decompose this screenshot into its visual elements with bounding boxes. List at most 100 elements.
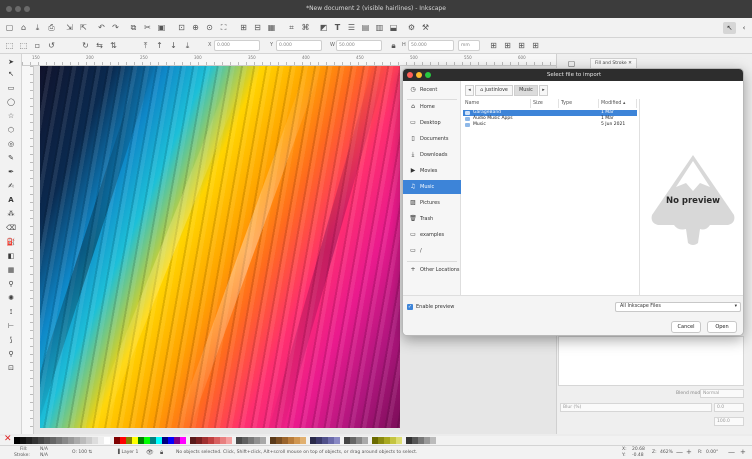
place-recent[interactable]: ◷ Recent xyxy=(403,83,461,97)
blur-value-field[interactable]: 0.0 xyxy=(714,403,744,412)
visibility-eye-icon[interactable]: 👁︎ xyxy=(146,449,154,456)
clone-icon[interactable]: ▦ xyxy=(266,22,277,33)
ungroup-icon[interactable]: ⊟ xyxy=(252,22,263,33)
duplicate-icon[interactable]: ⧉ xyxy=(128,22,139,33)
deselect-icon[interactable]: ▫ xyxy=(32,40,43,51)
eraser-tool-icon[interactable]: ⌫ xyxy=(5,222,17,234)
cut-icon[interactable]: ✂ xyxy=(142,22,153,33)
file-list[interactable]: Name Size Type Modified ▴ GarageBand 1 M… xyxy=(463,99,637,295)
text-tool-icon[interactable]: A xyxy=(5,194,17,206)
column-type[interactable]: Type xyxy=(559,99,599,108)
place-root[interactable]: ▭ / xyxy=(403,244,461,258)
spiral-tool-icon[interactable]: ◎ xyxy=(5,138,17,150)
palette-swatch[interactable] xyxy=(180,437,186,444)
pencil-tool-icon[interactable]: ✎ xyxy=(5,152,17,164)
document-properties-icon[interactable]: ⚙ xyxy=(406,22,417,33)
column-size[interactable]: Size xyxy=(531,99,559,108)
xml-editor-icon[interactable]: ▤ xyxy=(360,22,371,33)
pages-tool-icon[interactable]: ⊡ xyxy=(5,362,17,374)
spray-tool-icon[interactable]: ⁂ xyxy=(5,208,17,220)
path-forward-icon[interactable]: ▸ xyxy=(539,85,548,96)
node-tool-icon[interactable]: ↖ xyxy=(5,68,17,80)
lower-bottom-icon[interactable]: ⤓ xyxy=(182,40,193,51)
open-button[interactable]: Open xyxy=(707,321,737,333)
move-gradients-icon[interactable]: ⊞ xyxy=(516,40,527,51)
place-downloads[interactable]: ⤓ Downloads xyxy=(403,148,461,162)
objects-icon[interactable]: ⬓ xyxy=(388,22,399,33)
group-icon[interactable]: ⊞ xyxy=(238,22,249,33)
star-tool-icon[interactable]: ☆ xyxy=(5,110,17,122)
vertical-ruler[interactable] xyxy=(22,66,34,434)
enable-preview-checkbox[interactable]: ✓ xyxy=(407,304,413,310)
box3d-tool-icon[interactable]: ⬡ xyxy=(5,124,17,136)
horizontal-ruler[interactable]: 150 200 250 300 350 400 450 500 550 600 xyxy=(22,54,556,66)
place-trash[interactable]: 🗑︎ Trash xyxy=(403,212,461,226)
paste-icon[interactable]: ▣ xyxy=(156,22,167,33)
place-home[interactable]: ⌂ Home xyxy=(403,100,461,114)
lower-icon[interactable]: ↓ xyxy=(168,40,179,51)
y-field[interactable]: 0.000 xyxy=(276,40,322,51)
flip-horizontal-icon[interactable]: ⇆ xyxy=(94,40,105,51)
snap-menu-icon[interactable]: ‹ xyxy=(739,22,749,34)
palette-swatch[interactable] xyxy=(396,437,402,444)
dialog-zoom-button[interactable] xyxy=(425,72,431,78)
path-back-icon[interactable]: ◂ xyxy=(465,85,474,96)
blur-slider[interactable]: Blur (%) xyxy=(560,403,712,412)
w-field[interactable]: 50.000 xyxy=(336,40,382,51)
bucket-tool-icon[interactable]: ⛽ xyxy=(5,236,17,248)
cancel-button[interactable]: Cancel xyxy=(671,321,701,333)
lpe-tool-icon[interactable]: ⟆ xyxy=(5,334,17,346)
palette-swatch[interactable] xyxy=(362,437,368,444)
rectangle-tool-icon[interactable]: ▭ xyxy=(5,82,17,94)
node-editor-icon[interactable]: ⌗ xyxy=(286,22,297,33)
pen-tool-icon[interactable]: ✒ xyxy=(5,166,17,178)
palette-swatch[interactable] xyxy=(226,437,232,444)
selector-tool-icon[interactable]: ➤ xyxy=(5,56,17,68)
mesh-tool-icon[interactable]: ▦ xyxy=(5,264,17,276)
export-icon[interactable]: ⇱ xyxy=(78,22,89,33)
place-music[interactable]: ♫ Music xyxy=(403,180,461,194)
path-home-button[interactable]: ⌂ justinlove xyxy=(475,85,513,96)
file-row[interactable]: Music 5 Jun 2021 xyxy=(463,122,637,128)
zoom-width-icon[interactable]: ⛶ xyxy=(218,22,229,33)
move-patterns-icon[interactable]: ⊞ xyxy=(530,40,541,51)
palette-swatch[interactable] xyxy=(104,437,110,444)
place-movies[interactable]: ▶ Movies xyxy=(403,164,461,178)
open-file-icon[interactable]: ⌂ xyxy=(18,22,29,33)
layers-icon[interactable]: ▥ xyxy=(374,22,385,33)
fill-stroke-icon[interactable]: ◩ xyxy=(318,22,329,33)
gradient-tool-icon[interactable]: ◧ xyxy=(5,250,17,262)
zoom-field[interactable]: 462% xyxy=(660,450,673,455)
scale-stroke-icon[interactable]: ⊞ xyxy=(488,40,499,51)
place-examples[interactable]: ▭ examples xyxy=(403,228,461,242)
zoom-tool-icon[interactable]: ⚲ xyxy=(5,348,17,360)
preferences-icon[interactable]: ⚒ xyxy=(420,22,431,33)
rotate-cw-icon[interactable]: + xyxy=(740,448,746,456)
lock-ratio-icon[interactable]: 🔒︎ xyxy=(388,40,399,51)
print-icon[interactable]: ⎙ xyxy=(46,22,57,33)
zoom-out-icon[interactable]: — xyxy=(676,448,683,456)
raise-icon[interactable]: ↑ xyxy=(154,40,165,51)
lock-icon[interactable]: 🔒︎ xyxy=(160,449,163,457)
tweak-tool-icon[interactable]: ✺ xyxy=(5,292,17,304)
rotate-cw-icon[interactable]: ↻ xyxy=(80,40,91,51)
zoom-selection-icon[interactable]: ⊡ xyxy=(176,22,187,33)
path-effects-icon[interactable]: ⌘ xyxy=(300,22,311,33)
measure-tool-icon[interactable]: ⊢ xyxy=(5,320,17,332)
zoom-page-icon[interactable]: ⊙ xyxy=(204,22,215,33)
scale-corners-icon[interactable]: ⊞ xyxy=(502,40,513,51)
palette-swatch[interactable] xyxy=(430,437,436,444)
connector-tool-icon[interactable]: ⟟ xyxy=(5,306,17,318)
dialog-minimize-button[interactable] xyxy=(416,72,422,78)
import-icon[interactable]: ⇲ xyxy=(64,22,75,33)
colorful-artwork-image[interactable] xyxy=(40,66,400,428)
snap-toggle-icon[interactable]: ↖ xyxy=(723,22,736,34)
blend-mode-select[interactable]: Normal xyxy=(700,389,744,398)
flip-vertical-icon[interactable]: ⇅ xyxy=(108,40,119,51)
raise-top-icon[interactable]: ⤒ xyxy=(140,40,151,51)
opacity-indicator[interactable]: O: 100 ⇅ xyxy=(72,450,92,455)
zoom-in-icon[interactable]: + xyxy=(686,448,692,456)
undo-icon[interactable]: ↶ xyxy=(96,22,107,33)
dropper-tool-icon[interactable]: ⚲ xyxy=(5,278,17,290)
h-field[interactable]: 50.000 xyxy=(408,40,454,51)
